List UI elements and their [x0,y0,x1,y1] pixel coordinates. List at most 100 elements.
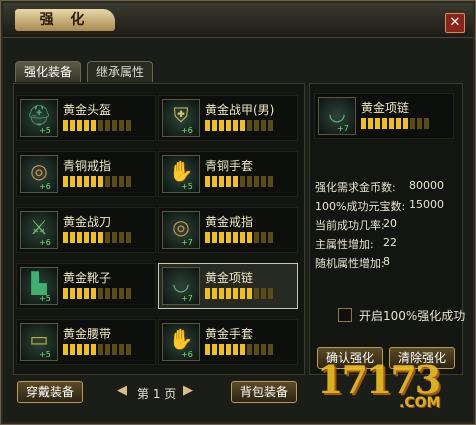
level-bar [70,176,75,187]
level-bar [205,288,210,299]
level-bar [212,176,217,187]
equipment-name: 黄金腰带 [63,327,112,341]
level-bar [91,344,96,355]
selected-item-card: ◡ +7 黄金项链 [314,93,454,139]
level-bar [126,120,131,131]
equipment-slot[interactable]: ⛨ +6 黄金战甲(男) [158,95,298,141]
level-bar [77,120,82,131]
level-bar [261,176,266,187]
equipment-name: 黄金手套 [205,327,254,341]
level-bar [105,120,110,131]
enhance-level: +6 [39,238,51,247]
level-bar [212,232,217,243]
ring-icon: ◎ +7 [162,211,200,249]
equipment-name: 黄金战刀 [63,215,112,229]
bag-equipment-button[interactable]: 背包装备 [231,381,297,403]
equipment-name: 青铜戒指 [63,159,112,173]
level-bar [98,120,103,131]
tab-enhance-equipment[interactable]: 强化装备 [15,61,82,82]
level-bar [119,232,124,243]
stat-label: 当前成功几率: [315,219,385,232]
guarantee-success-checkbox[interactable] [338,308,352,322]
equipment-slot[interactable]: ◡ +7 黄金项链 [158,263,298,309]
equipment-slot[interactable]: ✋ +6 黄金手套 [158,319,298,365]
level-bar [240,176,245,187]
level-bar [98,344,103,355]
equipment-slot[interactable]: ▙ +5 黄金靴子 [16,263,156,309]
glove-icon: ✋ +5 [162,155,200,193]
equipment-name: 黄金靴子 [63,271,112,285]
equipment-name: 黄金戒指 [205,215,254,229]
stat-label: 主属性增加: [315,238,374,251]
equipment-slot[interactable]: ✋ +5 青铜手套 [158,151,298,197]
level-bar [70,232,75,243]
level-bars [205,120,275,132]
glove-icon: ✋ +6 [162,323,200,361]
level-bars [205,288,275,300]
level-bar [119,120,124,131]
level-bars [63,344,133,356]
equip-button[interactable]: 穿戴装备 [17,381,83,403]
enhance-level: +7 [181,238,193,247]
level-bar [98,232,103,243]
level-bar [268,344,273,355]
level-bar [119,288,124,299]
level-bar [105,344,110,355]
equipment-name: 黄金项链 [205,271,254,285]
close-button[interactable]: ✕ [445,13,465,33]
level-bar [268,288,273,299]
level-bar [240,288,245,299]
level-bar [212,120,217,131]
level-bar [254,344,259,355]
equipment-name: 黄金头盔 [63,103,112,117]
page-indicator: 第 1 页 [137,387,177,401]
level-bar [254,288,259,299]
level-bar [233,120,238,131]
level-bar [375,118,380,129]
level-bars [63,120,133,132]
level-bars [63,232,133,244]
level-bar [98,288,103,299]
level-bar [63,176,68,187]
selected-item-icon: ◡ +7 [318,97,356,135]
level-bar [247,232,252,243]
level-bar [240,120,245,131]
equipment-slot[interactable]: ⛑ +5 黄金头盔 [16,95,156,141]
stat-label: 强化需求金币数: [315,181,396,194]
stat-row: 当前成功几率: 20 [315,217,397,233]
stat-row: 强化需求金币数: 80000 [315,179,444,195]
level-bar [84,176,89,187]
level-bar [219,344,224,355]
stat-row: 随机属性增加: 8 [315,255,390,271]
equipment-slot[interactable]: ▭ +5 黄金腰带 [16,319,156,365]
level-bar [268,120,273,131]
enhance-level: +5 [181,182,193,191]
equipment-slot[interactable]: ⚔ +6 黄金战刀 [16,207,156,253]
level-bar [261,120,266,131]
level-bar [219,120,224,131]
equipment-slot[interactable]: ◎ +7 黄金戒指 [158,207,298,253]
level-bar [105,288,110,299]
level-bar [382,118,387,129]
tab-inherit-attributes[interactable]: 继承属性 [87,61,154,82]
stat-label: 随机属性增加: [315,257,385,270]
level-bar [247,288,252,299]
level-bar [112,120,117,131]
level-bar [403,118,408,129]
title-bar: 强 化 ✕ [3,3,473,38]
level-bar [254,120,259,131]
next-page-arrow-icon[interactable]: ▶ [181,383,195,399]
equipment-slot[interactable]: ◎ +6 青铜戒指 [16,151,156,197]
level-bar [70,120,75,131]
level-bar [91,288,96,299]
level-bar [247,176,252,187]
necklace-icon: ◡ +7 [162,267,200,305]
level-bar [233,176,238,187]
level-bar [84,288,89,299]
helmet-icon: ⛑ +5 [20,99,58,137]
enhance-window: 强 化 ✕ 强化装备 继承属性 ⛑ +5 黄金头盔 ⛨ +6 黄金战甲(男) ◎ +6 青铜戒指… [0,0,476,425]
stat-value: 20 [383,217,397,230]
level-bar [84,120,89,131]
prev-page-arrow-icon[interactable]: ◀ [115,383,129,399]
level-bar [112,344,117,355]
